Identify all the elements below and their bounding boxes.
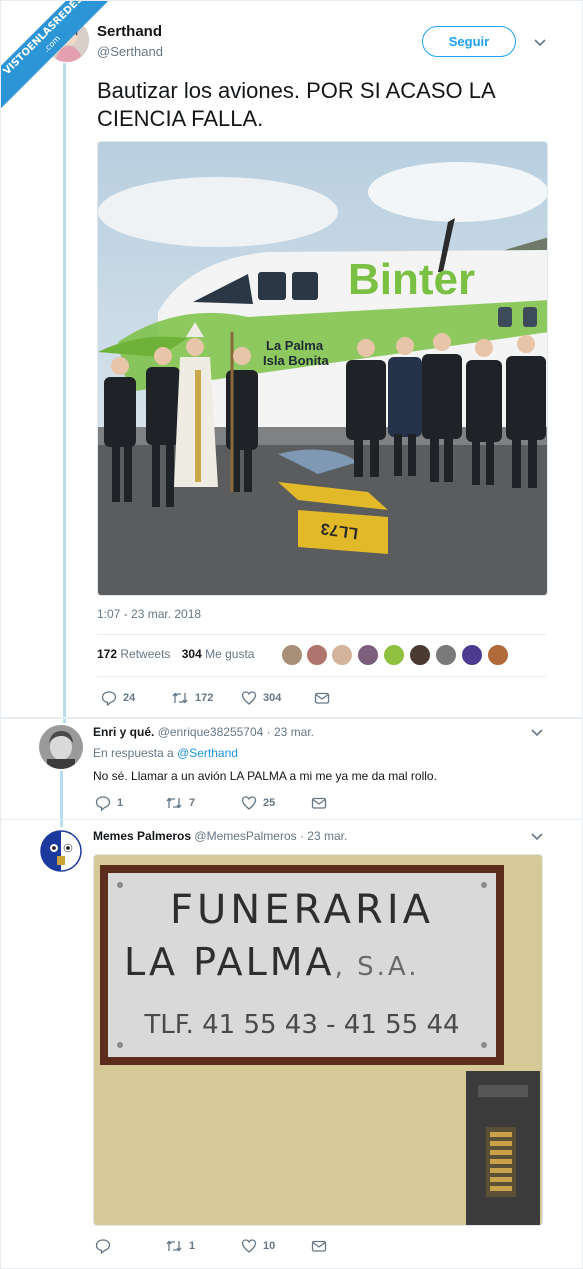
- like-label[interactable]: Me gusta: [205, 647, 254, 661]
- dm-button[interactable]: [311, 1237, 333, 1255]
- tweet-timestamp[interactable]: 1:07 - 23 mar. 2018: [97, 607, 201, 621]
- author-name[interactable]: Enri y qué.: [93, 725, 154, 739]
- author-handle[interactable]: @MemesPalmeros: [194, 829, 296, 843]
- like-count: 304: [263, 692, 282, 704]
- reply-photo[interactable]: FUNERARIA LA PALMA, S.A. TLF. 41 55 43 -…: [93, 854, 543, 1226]
- plane-name-text: La Palma: [266, 338, 324, 353]
- reply-button[interactable]: [95, 1237, 117, 1255]
- chevron-down-icon[interactable]: [530, 728, 544, 738]
- follow-button[interactable]: Seguir: [422, 26, 516, 57]
- avatar[interactable]: [435, 644, 457, 666]
- sign-line2: LA PALMA: [124, 940, 335, 984]
- retweet-count[interactable]: 172: [97, 647, 117, 661]
- divider: [1, 717, 583, 719]
- reply-count: 1: [117, 797, 124, 809]
- like-count[interactable]: 304: [182, 647, 202, 661]
- in-reply-to-link[interactable]: @Serthand: [177, 746, 238, 760]
- like-count: 10: [263, 1240, 276, 1252]
- divider: [97, 634, 546, 635]
- chevron-down-icon[interactable]: [530, 832, 544, 842]
- avatar[interactable]: [281, 644, 303, 666]
- retweet-icon: [172, 692, 188, 704]
- sign-line3: TLF. 41 55 43 - 41 55 44: [143, 1010, 459, 1040]
- avatar[interactable]: [357, 644, 379, 666]
- tweet-stats: 172 Retweets 304 Me gusta: [97, 647, 254, 661]
- like-button[interactable]: 10: [241, 1237, 275, 1255]
- plane-brand-text: Binter: [348, 255, 475, 304]
- envelope-icon: [311, 797, 327, 809]
- retweet-count: 7: [189, 797, 196, 809]
- avatar[interactable]: [409, 644, 431, 666]
- author-name[interactable]: Memes Palmeros: [93, 829, 191, 843]
- retweet-button[interactable]: 7: [165, 794, 195, 812]
- watermark-band: VISTOENLASREDES .com: [1, 1, 111, 111]
- tweet-thread: VISTOENLASREDES .com Serthand @Serthand …: [0, 0, 583, 1269]
- avatar[interactable]: [331, 644, 353, 666]
- tweet-photo[interactable]: Binter La Palma Isla Bonita LL73: [97, 141, 548, 596]
- avatar[interactable]: [487, 644, 509, 666]
- chevron-down-icon[interactable]: [533, 38, 547, 48]
- heart-icon: [241, 691, 257, 705]
- sign-line1: FUNERARIA: [170, 887, 434, 933]
- avatar[interactable]: [306, 644, 328, 666]
- like-button[interactable]: 25: [241, 794, 275, 812]
- envelope-icon: [311, 1240, 327, 1252]
- divider: [97, 676, 546, 677]
- in-reply-to-label: En respuesta a: [93, 746, 174, 760]
- reply-date[interactable]: · 23 mar.: [300, 829, 347, 843]
- like-button[interactable]: 304: [241, 689, 281, 707]
- retweet-button[interactable]: 172: [171, 689, 213, 707]
- watermark-text: VISTOENLASREDES: [1, 1, 86, 78]
- tweet-text: Bautizar los aviones. POR SI ACASO LA CI…: [97, 78, 495, 131]
- heart-icon: [241, 1239, 257, 1253]
- retweet-button[interactable]: 1: [165, 1237, 195, 1255]
- retweet-icon: [166, 1240, 182, 1252]
- reply-text: No sé. Llamar a un avión LA PALMA a mi m…: [93, 769, 437, 783]
- reply-count: 24: [123, 692, 136, 704]
- thread-line: [63, 63, 66, 723]
- avatar[interactable]: [40, 830, 82, 872]
- reply-button[interactable]: 1: [95, 794, 123, 812]
- heart-icon: [241, 796, 257, 810]
- sign-suffix: , S.A.: [335, 952, 420, 982]
- avatar[interactable]: [461, 644, 483, 666]
- dm-button[interactable]: [314, 689, 336, 707]
- plane-name-text: Isla Bonita: [263, 353, 330, 368]
- like-count: 25: [263, 797, 276, 809]
- retweet-label[interactable]: Retweets: [120, 647, 170, 661]
- divider: [1, 819, 583, 820]
- retweet-count: 172: [195, 692, 214, 704]
- reply-icon: [95, 796, 111, 811]
- reply-date[interactable]: · 23 mar.: [267, 725, 314, 739]
- avatar[interactable]: [383, 644, 405, 666]
- reply-icon: [95, 1239, 111, 1254]
- retweet-count: 1: [189, 1240, 196, 1252]
- avatar[interactable]: [39, 725, 83, 769]
- dm-button[interactable]: [311, 794, 333, 812]
- retweet-icon: [166, 797, 182, 809]
- envelope-icon: [314, 692, 330, 704]
- reply-icon: [101, 691, 117, 706]
- reply-button[interactable]: 24: [101, 689, 135, 707]
- watermark: VISTOENLASREDES .com: [1, 1, 111, 111]
- author-handle[interactable]: @enrique38255704: [158, 725, 264, 739]
